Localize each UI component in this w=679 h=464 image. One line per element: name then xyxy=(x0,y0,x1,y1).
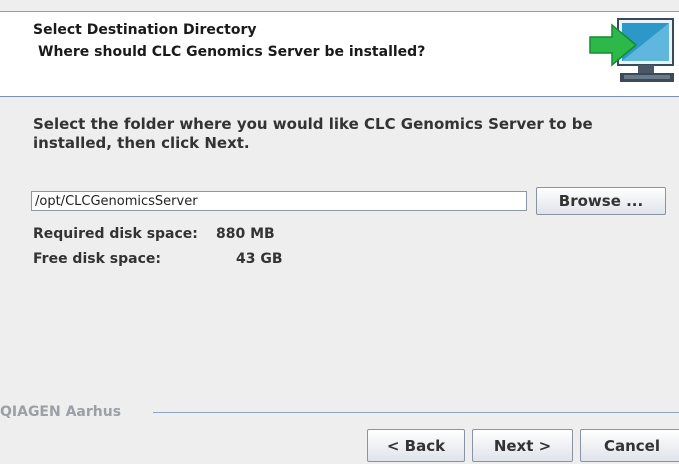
install-monitor-icon xyxy=(589,18,674,82)
footer-separator xyxy=(153,412,679,413)
back-button[interactable]: < Back xyxy=(367,429,465,462)
required-space-label: Required disk space: xyxy=(33,226,198,242)
page-title: Select Destination Directory xyxy=(33,22,257,38)
page-subtitle: Where should CLC Genomics Server be inst… xyxy=(38,44,426,60)
cancel-button[interactable]: Cancel xyxy=(580,429,679,462)
free-space-label: Free disk space: xyxy=(33,251,161,267)
required-space-value: 880 MB xyxy=(216,226,275,242)
next-button[interactable]: Next > xyxy=(472,429,573,462)
header-separator xyxy=(0,96,679,97)
browse-button[interactable]: Browse ... xyxy=(536,187,666,215)
instruction-text: Select the folder where you would like C… xyxy=(33,115,593,152)
company-label: QIAGEN Aarhus xyxy=(0,404,122,420)
destination-path-input[interactable] xyxy=(31,191,527,211)
free-space-value: 43 GB xyxy=(236,251,283,267)
